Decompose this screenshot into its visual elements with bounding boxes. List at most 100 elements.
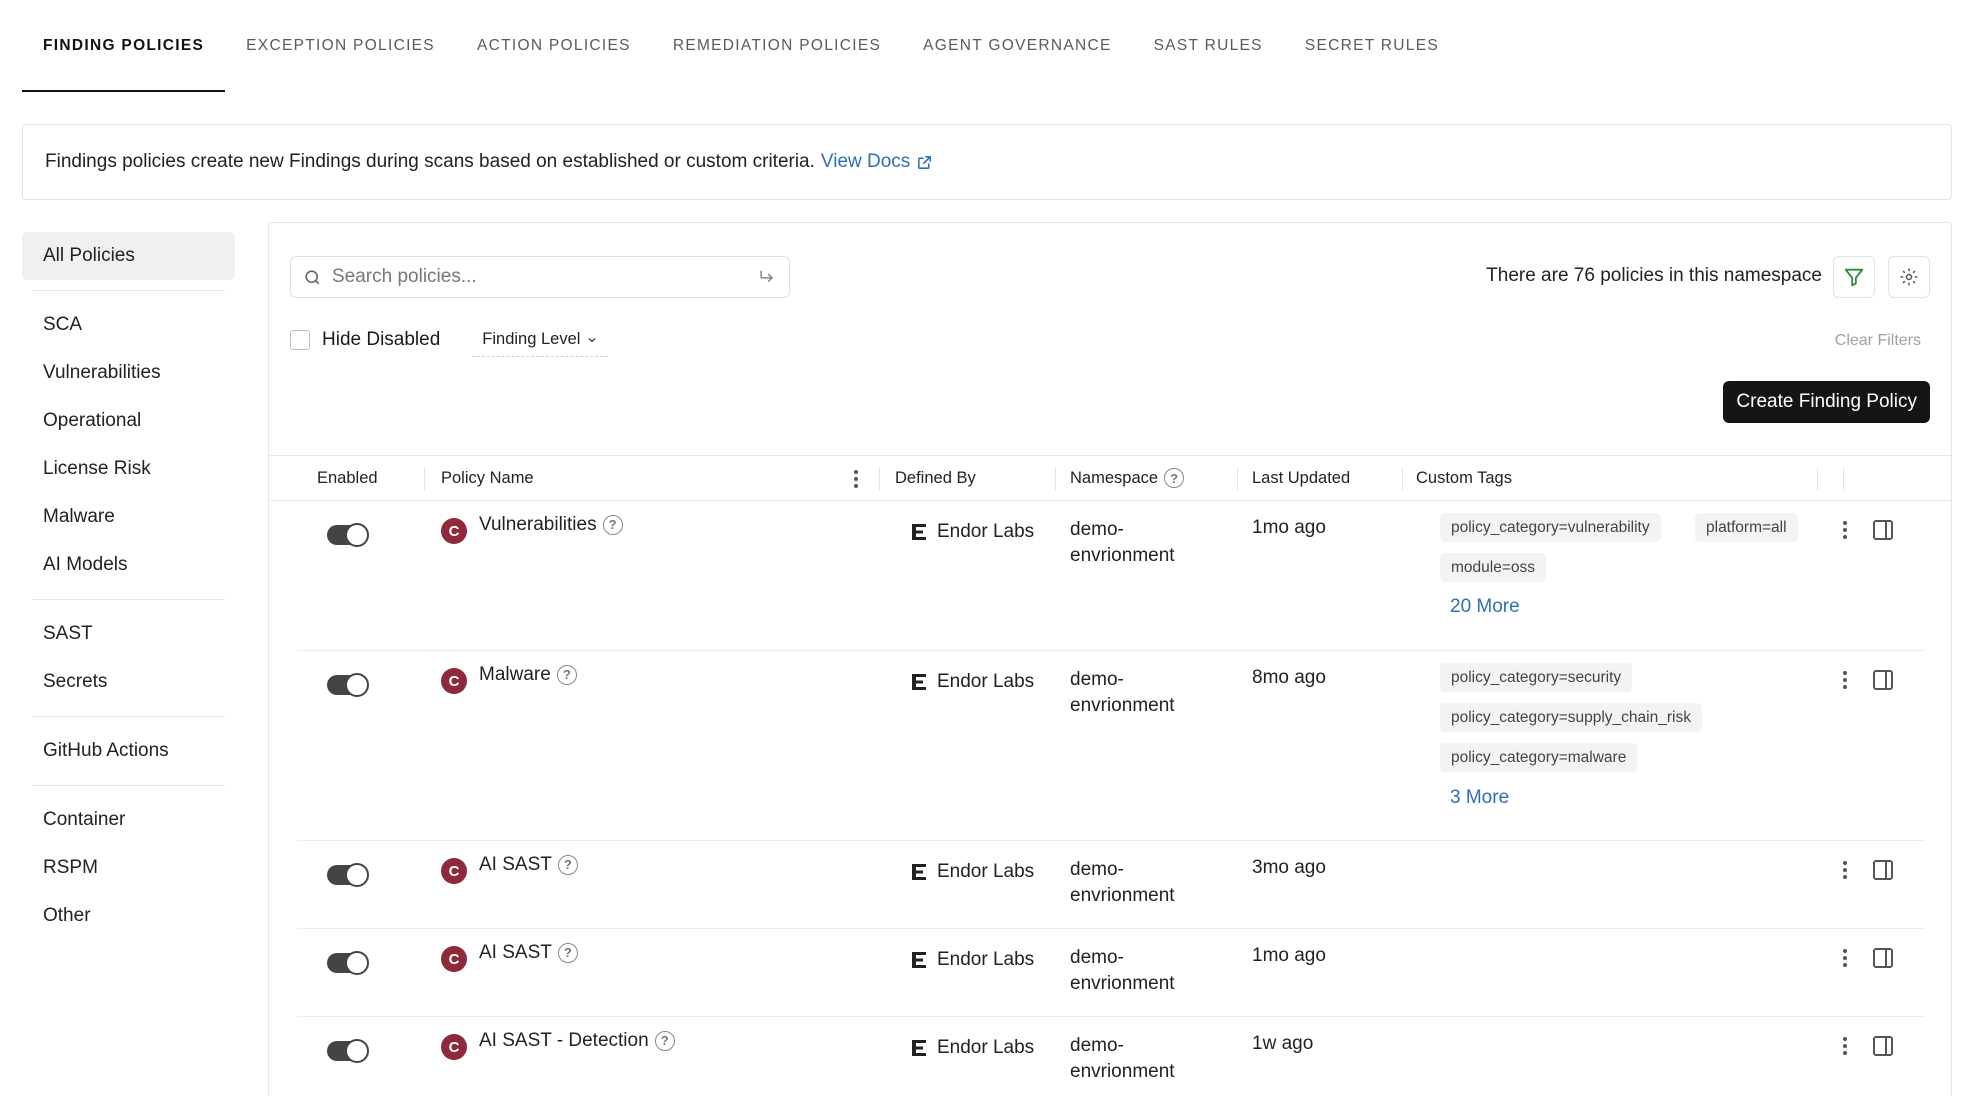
sidebar-item-container[interactable]: Container [22, 796, 235, 844]
help-circle-icon[interactable]: ? [1164, 468, 1185, 488]
banner-text: Findings policies create new Findings du… [45, 151, 815, 172]
tab-agent-governance[interactable]: AGENT GOVERNANCE [902, 0, 1132, 92]
column-divider [1402, 468, 1403, 490]
sidebar-item-sca[interactable]: SCA [22, 301, 235, 349]
side-panel-icon[interactable] [1873, 670, 1893, 690]
table-row[interactable]: C Vulnerabilities? Endor Labs demo-envri… [297, 501, 1925, 651]
finding-level-dropdown[interactable]: Finding Level [472, 323, 609, 357]
filter-icon [1844, 268, 1864, 287]
header-policy-name[interactable]: Policy Name [441, 456, 534, 500]
defined-by: Endor Labs [911, 861, 1034, 883]
sidebar-item-github-actions[interactable]: GitHub Actions [22, 727, 235, 775]
row-actions-icon[interactable] [1835, 667, 1855, 693]
sidebar-item-secrets[interactable]: Secrets [22, 658, 235, 706]
custom-policy-badge: C [441, 858, 467, 884]
more-tags-link[interactable]: 20 More [1450, 596, 1520, 618]
endor-labs-logo-icon [912, 524, 926, 540]
namespace: demo-envrionment [1070, 1033, 1175, 1085]
sidebar-item-malware[interactable]: Malware [22, 493, 235, 541]
custom-policy-badge: C [441, 518, 467, 544]
help-circle-icon[interactable]: ? [654, 1030, 675, 1051]
view-docs-link[interactable]: View Docs [821, 151, 933, 173]
sidebar-item-vulnerabilities[interactable]: Vulnerabilities [22, 349, 235, 397]
header-custom-tags[interactable]: Custom Tags [1416, 456, 1512, 500]
table-row[interactable]: C Malware? Endor Labs demo-envrionment 8… [297, 651, 1925, 841]
side-panel-icon[interactable] [1873, 520, 1893, 540]
side-panel-icon[interactable] [1873, 948, 1893, 968]
create-finding-policy-button[interactable]: Create Finding Policy [1723, 381, 1930, 423]
sidebar-item-other[interactable]: Other [22, 892, 235, 940]
namespace-line-2: envrionment [1070, 1061, 1175, 1082]
row-actions-icon[interactable] [1835, 945, 1855, 971]
endor-labs-logo-icon [912, 864, 926, 880]
sidebar-item-sast[interactable]: SAST [22, 610, 235, 658]
policy-name[interactable]: Malware? [479, 664, 577, 686]
help-circle-icon[interactable]: ? [557, 854, 578, 875]
defined-by-text: Endor Labs [937, 861, 1035, 882]
tab-finding-policies[interactable]: FINDING POLICIES [22, 0, 226, 92]
policies-panel: There are 76 policies in this namespace … [268, 222, 1952, 1096]
custom-tag[interactable]: platform=all [1695, 513, 1798, 542]
custom-tag[interactable]: policy_category=malware [1440, 743, 1638, 772]
header-last-updated[interactable]: Last Updated [1252, 456, 1350, 500]
enabled-toggle[interactable] [327, 523, 369, 547]
policy-tabs: FINDING POLICIES EXCEPTION POLICIES ACTI… [22, 0, 1460, 92]
help-circle-icon[interactable]: ? [557, 942, 578, 963]
help-circle-icon[interactable]: ? [602, 514, 623, 535]
help-circle-icon[interactable]: ? [556, 664, 577, 685]
column-menu-icon[interactable] [846, 466, 866, 492]
tab-action-policies[interactable]: ACTION POLICIES [456, 0, 652, 92]
policy-name[interactable]: AI SAST? [479, 854, 578, 876]
chevron-down-icon [589, 337, 596, 342]
header-enabled[interactable]: Enabled [317, 456, 378, 500]
custom-tag[interactable]: module=oss [1440, 553, 1547, 582]
custom-tag[interactable]: policy_category=security [1440, 663, 1633, 692]
tab-remediation-policies[interactable]: REMEDIATION POLICIES [652, 0, 902, 92]
custom-tag[interactable]: policy_category=vulnerability [1440, 513, 1661, 542]
finding-level-label: Finding Level [482, 330, 581, 348]
endor-labs-logo-icon [912, 674, 926, 690]
sidebar-item-license-risk[interactable]: License Risk [22, 445, 235, 493]
namespace-line-2: envrionment [1070, 545, 1175, 566]
filter-button[interactable] [1833, 256, 1875, 298]
policy-category-sidebar: All Policies SCA Vulnerabilities Operati… [22, 232, 235, 940]
enter-return-icon[interactable] [757, 267, 777, 287]
namespace-line-2: envrionment [1070, 695, 1175, 716]
enabled-toggle[interactable] [327, 863, 369, 887]
column-divider [879, 468, 880, 490]
sidebar-item-all-policies[interactable]: All Policies [22, 232, 235, 280]
sidebar-item-operational[interactable]: Operational [22, 397, 235, 445]
custom-tag[interactable]: policy_category=supply_chain_risk [1440, 703, 1702, 732]
clear-filters-link[interactable]: Clear Filters [1835, 332, 1921, 350]
policy-name[interactable]: AI SAST - Detection? [479, 1030, 675, 1052]
table-row[interactable]: C AI SAST? Endor Labs demo-envrionment 1… [297, 929, 1925, 1017]
tab-sast-rules[interactable]: SAST RULES [1133, 0, 1284, 92]
search-input[interactable] [332, 266, 747, 288]
settings-button[interactable] [1888, 256, 1930, 298]
header-defined-by[interactable]: Defined By [895, 456, 976, 500]
row-actions-icon[interactable] [1835, 517, 1855, 543]
column-divider [424, 468, 425, 490]
side-panel-icon[interactable] [1873, 1036, 1893, 1056]
table-row[interactable]: C AI SAST? Endor Labs demo-envrionment 3… [297, 841, 1925, 929]
sidebar-divider [32, 599, 225, 600]
defined-by-text: Endor Labs [937, 949, 1035, 970]
tab-secret-rules[interactable]: SECRET RULES [1284, 0, 1460, 92]
hide-disabled-checkbox[interactable] [290, 330, 310, 350]
sidebar-item-ai-models[interactable]: AI Models [22, 541, 235, 589]
row-actions-icon[interactable] [1835, 1033, 1855, 1059]
namespace-line-1: demo- [1070, 859, 1124, 880]
enabled-toggle[interactable] [327, 673, 369, 697]
tab-exception-policies[interactable]: EXCEPTION POLICIES [225, 0, 456, 92]
policy-name[interactable]: AI SAST? [479, 942, 578, 964]
table-row[interactable]: C AI SAST - Detection? Endor Labs demo-e… [297, 1017, 1925, 1096]
namespace-line-2: envrionment [1070, 973, 1175, 994]
enabled-toggle[interactable] [327, 951, 369, 975]
more-tags-link[interactable]: 3 More [1450, 787, 1509, 809]
sidebar-item-rspm[interactable]: RSPM [22, 844, 235, 892]
policy-name[interactable]: Vulnerabilities? [479, 514, 623, 536]
row-actions-icon[interactable] [1835, 857, 1855, 883]
header-namespace[interactable]: Namespace ? [1070, 456, 1185, 500]
enabled-toggle[interactable] [327, 1039, 369, 1063]
side-panel-icon[interactable] [1873, 860, 1893, 880]
